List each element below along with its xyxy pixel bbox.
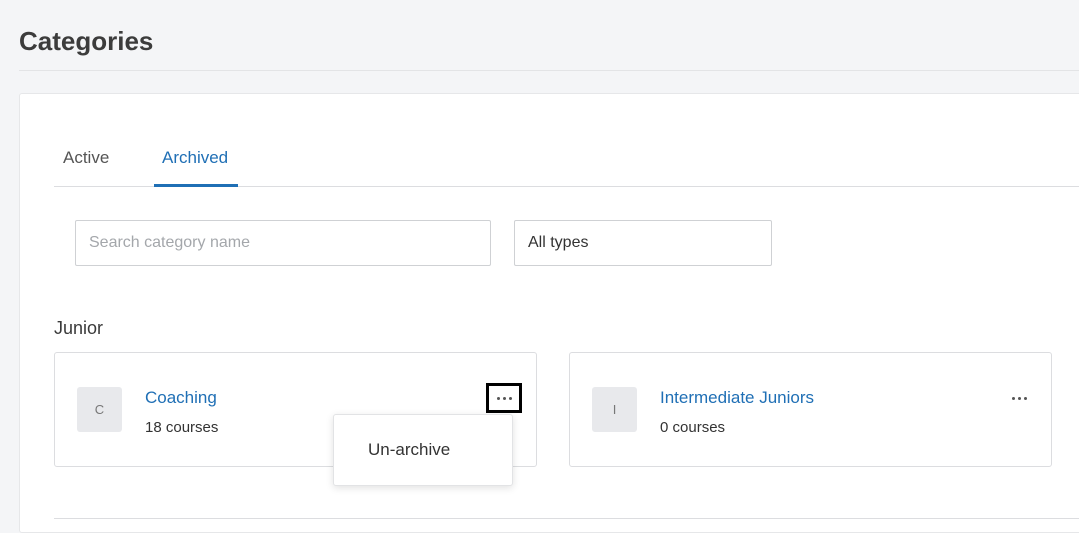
category-card-intermediate-juniors: I Intermediate Juniors 0 courses — [569, 352, 1052, 467]
search-input[interactable] — [89, 234, 490, 252]
page-title: Categories — [19, 26, 154, 56]
title-divider — [19, 70, 1079, 71]
tab-active[interactable]: Active — [63, 148, 109, 182]
more-horizontal-icon — [1011, 396, 1027, 400]
more-horizontal-icon — [496, 396, 512, 400]
category-avatar: I — [592, 387, 637, 432]
categories-panel: Active Archived All types Junior C Coach… — [19, 93, 1079, 533]
category-avatar: C — [77, 387, 122, 432]
category-name-link[interactable]: Coaching — [145, 388, 217, 408]
search-field[interactable] — [75, 220, 491, 266]
group-label-junior: Junior — [54, 318, 104, 338]
course-count: 0 courses — [660, 419, 726, 436]
tab-archived[interactable]: Archived — [162, 148, 228, 168]
more-options-button[interactable] — [486, 383, 522, 413]
type-select-value: All types — [528, 234, 589, 251]
tab-bar: Active Archived — [54, 140, 1079, 187]
context-menu: Un-archive — [333, 414, 513, 486]
category-name-link[interactable]: Intermediate Juniors — [660, 388, 814, 408]
unarchive-menu-item[interactable]: Un-archive — [368, 440, 450, 460]
course-count: 18 courses — [145, 419, 219, 436]
more-options-button[interactable] — [1001, 383, 1037, 413]
type-select[interactable]: All types — [514, 220, 772, 266]
active-tab-indicator — [154, 184, 238, 187]
